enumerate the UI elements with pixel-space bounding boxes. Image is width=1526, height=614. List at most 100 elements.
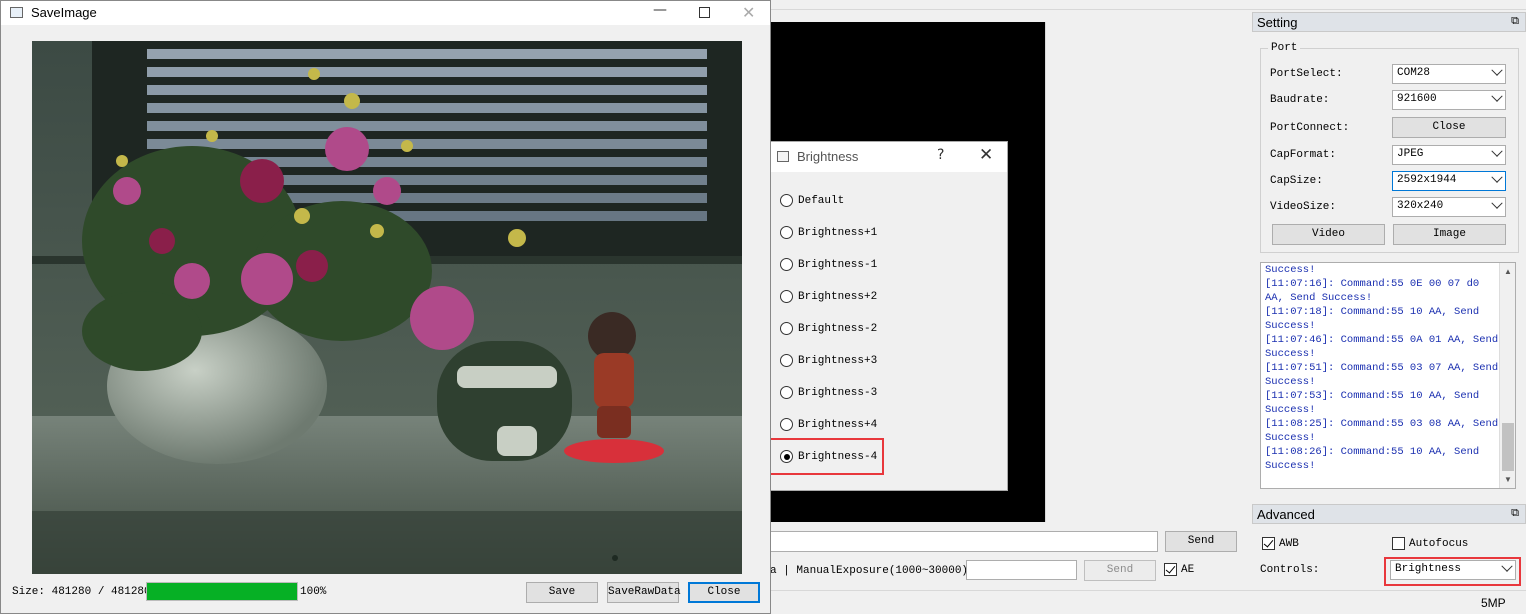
save-progress-bar bbox=[146, 582, 298, 601]
scroll-up-icon[interactable]: ▲ bbox=[1504, 267, 1512, 276]
chevron-down-icon bbox=[1491, 90, 1503, 102]
brightness-option-label: Brightness-3 bbox=[798, 387, 878, 399]
brightness-radio[interactable] bbox=[780, 194, 793, 207]
photo-image bbox=[32, 41, 742, 574]
manual-exposure-label: a | ManualExposure(1000~30000): bbox=[770, 565, 975, 577]
cap-format-combo[interactable]: JPEG bbox=[1392, 145, 1506, 165]
brightness-option-label: Brightness+3 bbox=[798, 355, 878, 367]
brightness-title: Brightness bbox=[797, 149, 859, 164]
maximize-icon[interactable] bbox=[699, 7, 710, 18]
brightness-option-label: Brightness-2 bbox=[798, 323, 878, 335]
cap-format-label: CapFormat: bbox=[1270, 149, 1337, 161]
video-size-label: VideoSize: bbox=[1270, 201, 1337, 213]
video-button[interactable]: Video bbox=[1272, 224, 1385, 245]
cap-format-value: JPEG bbox=[1397, 148, 1424, 160]
port-group-label: Port bbox=[1268, 42, 1301, 54]
log-line: [11:07:18]: Command:55 10 AA, Send Succe… bbox=[1265, 306, 1486, 332]
autofocus-checkbox[interactable] bbox=[1392, 537, 1405, 550]
log-text: Success! [11:07:16]: Command:55 0E 00 07 … bbox=[1265, 263, 1499, 473]
minimize-icon[interactable]: — bbox=[653, 2, 667, 18]
port-select-combo[interactable]: COM28 bbox=[1392, 64, 1506, 84]
brightness-option-label: Brightness+4 bbox=[798, 419, 878, 431]
send-button[interactable]: Send bbox=[1165, 531, 1237, 552]
window-icon bbox=[10, 7, 23, 18]
brightness-radio[interactable] bbox=[780, 290, 793, 303]
status-bar bbox=[770, 590, 1526, 614]
brightness-option-label: Brightness-1 bbox=[798, 259, 878, 271]
command-input[interactable] bbox=[770, 531, 1158, 552]
window-icon bbox=[777, 151, 789, 162]
awb-label: AWB bbox=[1279, 538, 1299, 550]
save-button[interactable]: Save bbox=[526, 582, 598, 603]
setting-dock-title: Setting ⧉ bbox=[1252, 12, 1526, 32]
video-side-panel bbox=[1045, 22, 1242, 522]
log-line: [11:08:25]: Command:55 03 08 AA, Send Su… bbox=[1265, 418, 1499, 444]
autofocus-label: Autofocus bbox=[1409, 538, 1469, 550]
port-select-value: COM28 bbox=[1397, 67, 1431, 79]
float-icon[interactable]: ⧉ bbox=[1511, 507, 1519, 520]
log-scrollbar[interactable]: ▲ ▼ bbox=[1499, 263, 1515, 488]
log-line: [11:08:26]: Command:55 10 AA, Send Succe… bbox=[1265, 446, 1486, 472]
save-raw-data-button[interactable]: SaveRawData bbox=[607, 582, 681, 603]
brightness-option-label: Brightness+1 bbox=[798, 227, 878, 239]
save-image-title: SaveImage bbox=[31, 5, 97, 20]
brightness-radio[interactable] bbox=[780, 386, 793, 399]
baudrate-value: 921600 bbox=[1397, 93, 1437, 105]
port-connect-label: PortConnect: bbox=[1270, 122, 1350, 134]
brightness-radio[interactable] bbox=[780, 226, 793, 239]
brightness-option-label: Brightness+2 bbox=[798, 291, 878, 303]
controls-highlight bbox=[1384, 557, 1521, 586]
cap-size-label: CapSize: bbox=[1270, 175, 1323, 187]
save-image-titlebar: SaveImage — ✕ bbox=[1, 1, 770, 25]
port-close-button[interactable]: Close bbox=[1392, 117, 1506, 138]
brightness-radio[interactable] bbox=[780, 258, 793, 271]
log-line: [11:07:46]: Command:55 0A 01 AA, Send Su… bbox=[1265, 334, 1499, 360]
brightness-dialog: Brightness ? ✕ Default Brightness+1 Bright… bbox=[769, 141, 1008, 491]
brightness-radio[interactable] bbox=[780, 322, 793, 335]
log-line: [11:07:51]: Command:55 03 07 AA, Send Su… bbox=[1265, 362, 1499, 388]
port-select-label: PortSelect: bbox=[1270, 68, 1343, 80]
chevron-down-icon bbox=[1491, 171, 1503, 183]
brightness-radio[interactable] bbox=[780, 418, 793, 431]
log-line: [11:07:16]: Command:55 0E 00 07 d0 AA, S… bbox=[1265, 278, 1486, 304]
video-size-value: 320x240 bbox=[1397, 200, 1444, 212]
exposure-send-button[interactable]: Send bbox=[1084, 560, 1156, 581]
size-label: Size: 481280 / 481280 bbox=[12, 586, 151, 598]
cap-size-combo[interactable]: 2592x1944 bbox=[1392, 171, 1506, 191]
exposure-input[interactable] bbox=[966, 560, 1077, 580]
video-size-combo[interactable]: 320x240 bbox=[1392, 197, 1506, 217]
close-button[interactable]: Close bbox=[688, 582, 760, 603]
brightness-radio[interactable] bbox=[780, 354, 793, 367]
log-line: [11:07:53]: Command:55 10 AA, Send Succe… bbox=[1265, 390, 1486, 416]
advanced-dock-title: Advanced ⧉ bbox=[1252, 504, 1526, 524]
progress-text: 100% bbox=[300, 586, 327, 598]
log-line: Success! bbox=[1265, 264, 1316, 276]
brightness-option-label: Default bbox=[798, 195, 845, 207]
brightness-titlebar: Brightness ? ✕ bbox=[771, 142, 1007, 172]
advanced-title: Advanced bbox=[1257, 507, 1315, 522]
setting-title: Setting bbox=[1257, 15, 1298, 30]
chevron-down-icon bbox=[1491, 197, 1503, 209]
ae-checkbox[interactable] bbox=[1164, 563, 1177, 576]
log-scroll-thumb[interactable] bbox=[1502, 423, 1514, 471]
save-progress-fill bbox=[147, 583, 297, 600]
image-button[interactable]: Image bbox=[1393, 224, 1506, 245]
controls-label: Controls: bbox=[1260, 564, 1320, 576]
baudrate-label: Baudrate: bbox=[1270, 94, 1330, 106]
log-panel[interactable]: Success! [11:07:16]: Command:55 0E 00 07 … bbox=[1260, 262, 1516, 489]
scroll-down-icon[interactable]: ▼ bbox=[1504, 475, 1512, 484]
close-icon[interactable]: ✕ bbox=[979, 145, 993, 165]
close-icon[interactable]: ✕ bbox=[742, 3, 755, 22]
awb-checkbox[interactable] bbox=[1262, 537, 1275, 550]
selected-option-highlight bbox=[769, 438, 884, 475]
resolution-status: 5MP bbox=[1481, 596, 1506, 610]
chevron-down-icon bbox=[1491, 64, 1503, 76]
captured-photo bbox=[32, 41, 742, 574]
chevron-down-icon bbox=[1491, 145, 1503, 157]
cap-size-value: 2592x1944 bbox=[1397, 174, 1457, 186]
ae-label: AE bbox=[1181, 564, 1195, 576]
baudrate-combo[interactable]: 921600 bbox=[1392, 90, 1506, 110]
help-icon[interactable]: ? bbox=[937, 147, 944, 163]
float-icon[interactable]: ⧉ bbox=[1511, 15, 1519, 28]
save-image-window: SaveImage — ✕ Size: 481280 / 481280 100%… bbox=[0, 0, 771, 614]
